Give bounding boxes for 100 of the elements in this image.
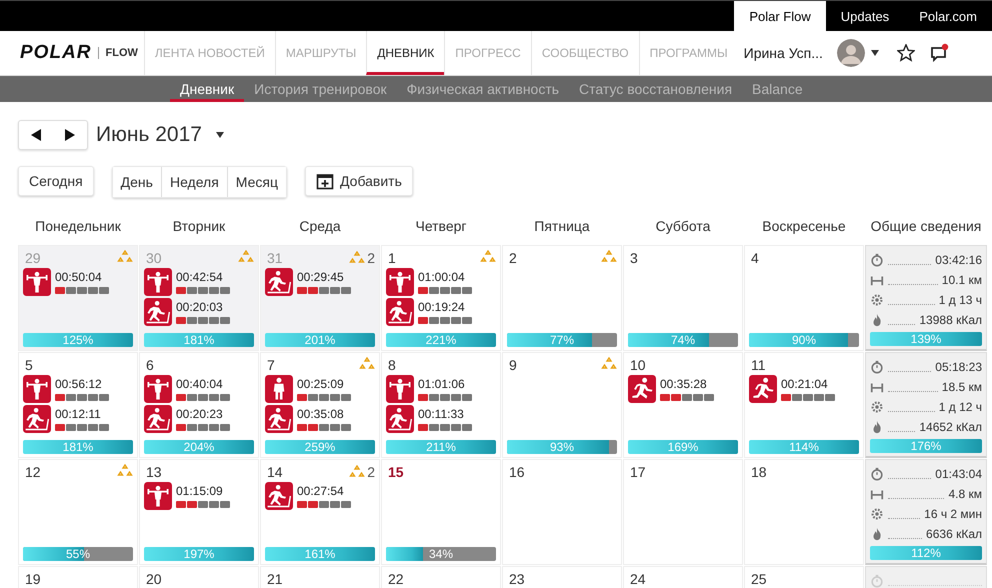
activity-duration[interactable]: 00:40:04 <box>176 377 230 391</box>
top-link[interactable]: Updates <box>826 1 904 31</box>
day-cell[interactable]: 8 01:01:06 00:11:33 211% <box>381 352 501 458</box>
calendar-plus-icon <box>316 172 334 190</box>
add-button[interactable]: Добавить <box>305 166 413 196</box>
day-cell[interactable]: 24 <box>623 566 743 588</box>
day-cell[interactable]: 21 <box>260 566 380 588</box>
view-option[interactable]: Месяц <box>226 167 286 197</box>
day-cell[interactable]: 15 34% <box>381 459 501 565</box>
summary-value: 03:42:16 <box>935 253 982 267</box>
activity-duration[interactable]: 00:56:12 <box>55 377 109 391</box>
activity-duration[interactable]: 00:20:23 <box>176 407 230 421</box>
weekday-header: Общие сведения <box>870 217 982 236</box>
day-number: 4 <box>750 250 759 266</box>
notification-icon[interactable] <box>928 43 949 63</box>
day-number: 5 <box>24 357 33 373</box>
activity-duration[interactable]: 00:29:45 <box>297 270 351 284</box>
brand-logo[interactable]: POLAR <box>20 42 92 64</box>
activity-duration[interactable]: 01:15:09 <box>176 484 230 498</box>
progress-label: 176% <box>910 439 942 453</box>
day-cell[interactable]: 19 <box>18 566 138 588</box>
day-number: 2 <box>508 250 517 266</box>
progress-label: 221% <box>424 333 458 347</box>
avatar[interactable] <box>836 39 865 67</box>
day-number: 12 <box>24 464 41 480</box>
day-cell[interactable]: 17 <box>623 459 743 565</box>
day-cell[interactable]: 31 2 00:29:45 201% <box>260 245 380 351</box>
activity-duration[interactable]: 00:35:08 <box>297 407 351 421</box>
progress-label: 93% <box>548 440 576 454</box>
stopwatch-icon <box>870 574 884 588</box>
day-cell[interactable]: 11 00:21:04 114% <box>744 352 864 458</box>
activity-duration[interactable]: 01:01:06 <box>418 377 472 391</box>
day-cell[interactable]: 5 00:56:12 00:12:11 181% <box>18 352 138 458</box>
strength-activity-icon <box>144 482 172 510</box>
day-cell[interactable]: 25 <box>744 566 864 588</box>
day-cell[interactable]: 16 <box>502 459 622 565</box>
view-option[interactable]: День <box>112 167 161 197</box>
day-cell[interactable]: 9 93% <box>502 352 622 458</box>
day-cell[interactable]: 30 00:42:54 00:20:03 181% <box>139 245 259 351</box>
badge-count: 2 <box>367 464 375 480</box>
weekday-header: Понедельник <box>34 217 122 236</box>
activity-duration[interactable]: 00:20:03 <box>176 300 230 314</box>
today-button[interactable]: Сегодня <box>18 166 94 196</box>
star-icon[interactable] <box>896 44 915 62</box>
activity-duration[interactable]: 00:19:24 <box>418 300 472 314</box>
view-option[interactable]: Неделя <box>160 167 227 197</box>
day-number: 21 <box>266 571 283 587</box>
progress-label: 139% <box>910 332 942 346</box>
sub-nav-tab[interactable]: Дневник <box>170 76 244 102</box>
progress-label: 259% <box>304 440 336 454</box>
activity-duration[interactable]: 01:00:04 <box>418 270 472 284</box>
day-number: 25 <box>750 571 767 587</box>
day-cell[interactable]: 13 01:15:09 197% <box>139 459 259 565</box>
treadmill-activity-icon <box>144 298 172 326</box>
day-number: 23 <box>508 571 525 587</box>
activity-duration[interactable]: 00:27:54 <box>297 484 351 498</box>
caret-icon[interactable] <box>216 132 224 138</box>
progress-label: 211% <box>425 440 457 454</box>
left-arrow-icon <box>31 129 41 141</box>
activity-duration[interactable]: 00:21:04 <box>781 377 835 391</box>
day-cell[interactable]: 29 00:50:04 125% <box>18 245 138 351</box>
activity-duration[interactable]: 00:35:28 <box>660 377 714 391</box>
day-cell[interactable]: 7 00:25:09 00:35:08 259% <box>260 352 380 458</box>
top-link[interactable]: Polar Flow <box>734 1 826 31</box>
day-number: 24 <box>629 571 646 587</box>
day-cell[interactable]: 23 <box>502 566 622 588</box>
day-number: 10 <box>629 357 646 373</box>
day-number: 9 <box>508 357 517 373</box>
top-link[interactable]: Polar.com <box>904 1 992 31</box>
day-cell[interactable]: 22 <box>381 566 501 588</box>
day-cell[interactable]: 12 55% <box>18 459 138 565</box>
activity-duration[interactable]: 00:25:09 <box>297 377 351 391</box>
activity-duration[interactable]: 00:11:33 <box>418 407 472 421</box>
day-cell[interactable]: 20 <box>139 566 259 588</box>
day-cell[interactable]: 18 <box>744 459 864 565</box>
day-cell[interactable]: 14 2 00:27:54 161% <box>260 459 380 565</box>
day-number: 18 <box>750 464 767 480</box>
day-cell[interactable]: 4 90% <box>744 245 864 351</box>
day-cell[interactable]: 2 77% <box>502 245 622 351</box>
day-cell[interactable]: 1 01:00:04 00:19:24 221% <box>381 245 501 351</box>
activity-duration[interactable]: 00:12:11 <box>55 407 109 421</box>
triangle-badge-icon <box>349 465 366 479</box>
day-cell[interactable]: 3 74% <box>623 245 743 351</box>
weekday-header: Четверг <box>414 217 468 236</box>
progress-label: 197% <box>182 547 216 561</box>
summary-value: 18.5 км <box>942 380 982 394</box>
summary-value: 05:18:23 <box>935 360 982 374</box>
progress-label: 114% <box>788 440 820 454</box>
day-number: 20 <box>145 571 162 587</box>
activity-duration[interactable]: 00:50:04 <box>55 270 109 284</box>
strength-activity-icon <box>386 375 414 403</box>
activity-duration[interactable]: 00:42:54 <box>176 270 230 284</box>
user-name[interactable]: Ирина Усп... <box>744 45 823 61</box>
day-cell[interactable]: 6 00:40:04 00:20:23 204% <box>139 352 259 458</box>
month-title[interactable]: Июнь 2017 <box>96 123 202 147</box>
day-cell[interactable]: 10 00:35:28 169% <box>623 352 743 458</box>
summary-value: 13988 кКал <box>919 313 982 327</box>
caret-icon[interactable] <box>870 50 879 56</box>
triangle-badge-icon <box>601 357 617 371</box>
day-number: 16 <box>508 464 525 480</box>
